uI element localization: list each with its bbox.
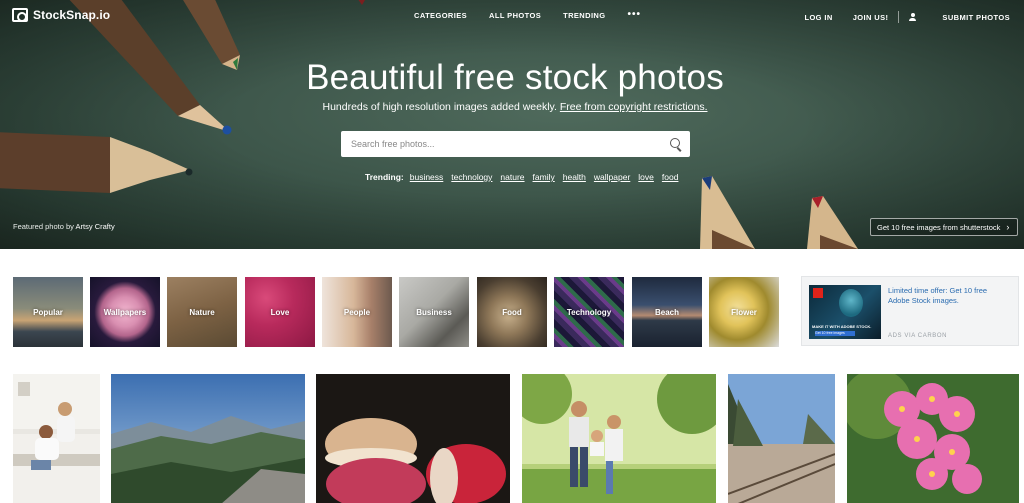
- photo-pink-flowers: [847, 374, 1019, 503]
- trending-tag[interactable]: food: [662, 172, 679, 182]
- category-label: Beach: [654, 307, 679, 317]
- category-tile-wallpapers[interactable]: Wallpapers: [90, 277, 160, 347]
- nav-trending[interactable]: TRENDING: [563, 11, 605, 20]
- login-link[interactable]: LOG IN: [794, 13, 842, 22]
- trending-tag[interactable]: love: [638, 172, 654, 182]
- photo-thumbnail[interactable]: [522, 374, 716, 503]
- hero-subtitle: Hundreds of high resolution images added…: [0, 101, 1024, 113]
- category-label: Technology: [566, 307, 612, 317]
- adobe-logo-icon: [813, 288, 823, 298]
- category-tile-love[interactable]: Love: [245, 277, 315, 347]
- ad-face-art: [839, 289, 863, 317]
- trending-tag[interactable]: nature: [500, 172, 524, 182]
- submit-photos-link[interactable]: SUBMIT PHOTOS: [899, 13, 1020, 22]
- brand-logo[interactable]: StockSnap.io: [12, 8, 110, 22]
- category-tile-people[interactable]: People: [322, 277, 392, 347]
- submit-photos-label: SUBMIT PHOTOS: [942, 12, 1010, 22]
- category-tile-food[interactable]: Food: [477, 277, 547, 347]
- ad-link[interactable]: Limited time offer: Get 10 free Adobe St…: [888, 286, 1008, 306]
- category-label: Wallpapers: [103, 307, 147, 317]
- photo-thumbnail[interactable]: [728, 374, 835, 503]
- ad-image[interactable]: MAKE IT WITH ADOBE STOCK. Get 10 free im…: [809, 285, 881, 339]
- category-label: Popular: [33, 307, 63, 317]
- category-tile-flower[interactable]: Flower: [709, 277, 779, 347]
- copyright-link[interactable]: Free from copyright restrictions.: [560, 101, 708, 113]
- category-label: Food: [502, 307, 522, 317]
- photo-mountains: [111, 374, 305, 503]
- category-tile-technology[interactable]: Technology: [554, 277, 624, 347]
- category-label: Love: [270, 307, 290, 317]
- trending-label: Trending:: [365, 172, 404, 182]
- shutterstock-label: Get 10 free images from shutterstock: [877, 222, 1001, 232]
- hero-photo-pencils: [0, 0, 858, 249]
- search-input[interactable]: [341, 131, 664, 157]
- camera-icon: [12, 8, 28, 22]
- join-link[interactable]: JOIN US!: [843, 13, 899, 22]
- carbon-ad[interactable]: MAKE IT WITH ADOBE STOCK. Get 10 free im…: [801, 276, 1019, 346]
- trending-tag[interactable]: wallpaper: [594, 172, 630, 182]
- search-icon[interactable]: [664, 131, 690, 157]
- ad-image-caption: MAKE IT WITH ADOBE STOCK.: [812, 324, 872, 329]
- main-nav: CATEGORIES ALL PHOTOS TRENDING •••: [414, 9, 641, 20]
- photo-family-park: [522, 374, 716, 503]
- nav-more-icon[interactable]: •••: [627, 9, 641, 20]
- trending-tag[interactable]: technology: [451, 172, 492, 182]
- photo-macarons: [316, 374, 510, 503]
- photo-thumbnail[interactable]: [111, 374, 305, 503]
- ad-via-carbon[interactable]: ADS VIA CARBON: [888, 333, 947, 339]
- brand-name: StockSnap.io: [33, 8, 111, 22]
- photo-thumbnail[interactable]: [847, 374, 1019, 503]
- search-bar: [341, 131, 690, 157]
- category-label: Nature: [189, 307, 215, 317]
- chevron-right-icon: ›: [1006, 222, 1010, 232]
- featured-prefix: Featured photo by: [13, 222, 76, 231]
- account-nav: LOG IN JOIN US! SUBMIT PHOTOS: [794, 11, 1020, 23]
- trending-tag[interactable]: business: [410, 172, 444, 182]
- nav-categories[interactable]: CATEGORIES: [414, 11, 467, 20]
- ad-image-button: Get 10 free images: [815, 331, 855, 336]
- hero-subtitle-text: Hundreds of high resolution images added…: [322, 101, 560, 113]
- shutterstock-button[interactable]: Get 10 free images from shutterstock ›: [870, 218, 1018, 236]
- category-tile-popular[interactable]: Popular: [13, 277, 83, 347]
- photo-thumbnail[interactable]: [13, 374, 100, 503]
- category-label: Business: [416, 307, 452, 317]
- category-tile-nature[interactable]: Nature: [167, 277, 237, 347]
- featured-credit: Featured photo by Artsy Crafty: [13, 222, 115, 231]
- category-tile-beach[interactable]: Beach: [632, 277, 702, 347]
- photo-railroad: [728, 374, 835, 503]
- category-label: People: [343, 307, 371, 317]
- trending-tag[interactable]: family: [533, 172, 555, 182]
- category-label: Flower: [731, 307, 757, 317]
- user-icon: [909, 13, 929, 21]
- hero-banner: StockSnap.io CATEGORIES ALL PHOTOS TREND…: [0, 0, 1024, 249]
- nav-all-photos[interactable]: ALL PHOTOS: [489, 11, 541, 20]
- hero-title: Beautiful free stock photos: [306, 58, 724, 97]
- featured-author-link[interactable]: Artsy Crafty: [76, 222, 115, 231]
- trending-tags: Trending: business technology nature fam…: [365, 172, 678, 182]
- photo-family-bed: [13, 374, 100, 503]
- trending-tag[interactable]: health: [563, 172, 586, 182]
- category-tile-business[interactable]: Business: [399, 277, 469, 347]
- photo-thumbnail[interactable]: [316, 374, 510, 503]
